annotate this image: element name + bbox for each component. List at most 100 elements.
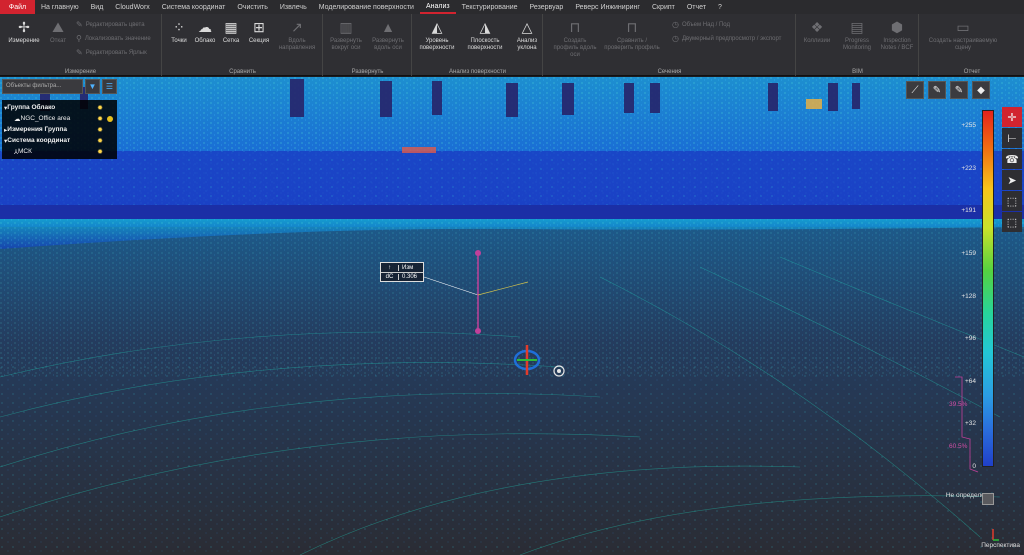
menu-item[interactable]: Скрипт (646, 0, 681, 14)
menu-item[interactable]: Текстурирование (456, 0, 524, 14)
surface-plane-icon: ◮ (479, 18, 491, 35)
volume-icon: ◷ (672, 20, 679, 29)
collisions-button[interactable]: ❖ Коллизии (797, 18, 837, 45)
create-profile-button[interactable]: ⊓ Создать профиль вдоль оси (552, 18, 598, 59)
along-direction-button[interactable]: ↗ Вдоль направления (277, 18, 317, 52)
fly-icon[interactable]: ➤ (1002, 170, 1022, 190)
3d-viewport[interactable]: Объекты фильтра... ▼ ☰ ▾ Группа Облако ✹… (0, 77, 1024, 555)
menu-items: На главную Вид CloudWorx Система координат О… (35, 0, 728, 14)
inspection-notes-button[interactable]: ⬢ Inspection Notes / BCF (877, 18, 917, 52)
scale-tick-label: +159 (961, 249, 976, 257)
edit-label-button[interactable]: ✎ Редактировать Ярлык (76, 48, 147, 57)
compare-profile-button[interactable]: ⊓ Сравнить / проверить профиль (604, 18, 660, 52)
menu-item[interactable]: На главную (35, 0, 85, 14)
surface-plane-button[interactable]: ◮ Плоскость поверхности (465, 18, 505, 52)
visibility-bulb-icon[interactable]: ✹ (97, 148, 103, 156)
scale-tick-label: +96 (964, 335, 976, 343)
menu-item[interactable]: Реверс Инжиниринг (569, 0, 646, 14)
axis-triad-icon (992, 529, 999, 541)
compare-section-button[interactable]: ⊞ Секция (239, 18, 279, 45)
ruler-tool-icon[interactable]: ⟋ (906, 81, 924, 99)
unroll-axis-icon: ▥ (339, 18, 353, 35)
unroll-along-icon: ▲ (381, 19, 395, 35)
menu-item[interactable]: ? (712, 0, 728, 14)
undefined-color-swatch[interactable] (982, 493, 994, 505)
tree-item-msk[interactable]: ⅄ МСК ✹ (2, 146, 117, 157)
orbit-icon[interactable]: ✛ (1002, 107, 1022, 127)
menu-item[interactable]: Резервуар (524, 0, 570, 14)
tree-panel: ▾ Группа Облако ✹ ☁ NGC_Office area ✹ ▸ … (2, 100, 117, 159)
pin-icon: ⚲ (76, 34, 82, 43)
visibility-bulb-icon[interactable]: ✹ (97, 137, 103, 145)
tree-item-measurements[interactable]: ▸ Измерения Группа ✹ (2, 124, 117, 135)
tree-item-cloud-group[interactable]: ▾ Группа Облако ✹ (2, 102, 117, 113)
projection-label: Перспектива (981, 542, 1020, 549)
tree-filter-bar: Объекты фильтра... ▼ ☰ (2, 79, 117, 94)
menu-item[interactable]: Вид (85, 0, 110, 14)
menu-item[interactable]: Моделирование поверхности (313, 0, 420, 14)
palette-icon: ✎ (76, 20, 83, 29)
inspection-icon: ⬢ (890, 18, 904, 35)
volume-button[interactable]: ◷ Объем Над / Под (672, 20, 730, 29)
menu-bar: Файл На главную Вид CloudWorx Система коорд… (0, 0, 1024, 14)
rollback-icon: ⛰ (52, 18, 64, 35)
pan-icon[interactable]: ⊢ (1002, 128, 1022, 148)
slope-icon: △ (521, 18, 533, 35)
view-cube-icon[interactable]: ⬚ (1002, 191, 1022, 211)
tag-tool-icon[interactable]: ◆ (972, 81, 990, 99)
scale-tick-label: 0 (972, 463, 976, 470)
object-tree: Объекты фильтра... ▼ ☰ ▾ Группа Облако ✹… (2, 79, 117, 159)
percent-label: 39.5% (949, 401, 968, 408)
group-report: ▭ Создать настраиваемую сцену Отчет (928, 18, 998, 76)
color-dot-icon[interactable] (107, 115, 113, 122)
list-menu-icon[interactable]: ☰ (102, 79, 117, 94)
filter-input[interactable]: Объекты фильтра... (2, 79, 83, 94)
point-cloud-scene[interactable] (0, 77, 1024, 555)
rollback-button[interactable]: ⛰ Откат (38, 18, 78, 45)
percent-label: 60.5% (949, 443, 968, 450)
unroll-around-axis-button[interactable]: ▥ Развернуть вокруг оси (326, 18, 366, 52)
unroll-along-axis-button[interactable]: ▲ Развернуть вдоль оси (368, 18, 408, 52)
edit-tool-icon[interactable]: ✎ (928, 81, 946, 99)
tag-icon: ✎ (76, 48, 83, 57)
create-scene-button[interactable]: ▭ Создать настраиваемую сцену (928, 18, 998, 52)
menu-item[interactable]: Извлечь (274, 0, 313, 14)
scale-tick-label: +223 (961, 164, 976, 172)
measurement-label: ↑ Изм dC 0.306 (380, 262, 424, 282)
report-icon: ▭ (956, 18, 970, 35)
tree-item-ngc-office[interactable]: ☁ NGC_Office area ✹ (2, 113, 117, 124)
color-scale-bar (982, 110, 994, 467)
profile-axis-icon: ⊓ (569, 18, 581, 35)
group-bim: ❖ Коллизии ▤ Progress Monitoring ⬢ Inspecti… (797, 14, 919, 76)
visibility-bulb-icon[interactable]: ✹ (97, 126, 103, 134)
menu-item[interactable]: Система координат (156, 0, 232, 14)
progress-icon: ▤ (850, 18, 864, 35)
scale-tick-label: +255 (961, 122, 976, 129)
preview-export-button[interactable]: ◷ Двумерный предпросмотр / экспорт (672, 34, 781, 43)
box-icon[interactable]: ⬚ (1002, 212, 1022, 232)
progress-monitoring-button[interactable]: ▤ Progress Monitoring (837, 18, 877, 52)
view-toolbar: ⟋ ✎ ✎ ◆ (906, 81, 990, 99)
menu-file[interactable]: Файл (0, 0, 35, 14)
localize-value-button[interactable]: ⚲ Локализовать значение (76, 34, 151, 43)
tree-item-coord-system[interactable]: ▾ Система координат ✹ (2, 135, 117, 146)
surface-level-button[interactable]: ◭ Уровень поверхности (417, 18, 457, 52)
menu-item[interactable]: Очистить (231, 0, 273, 14)
surface-level-icon: ◭ (431, 18, 443, 35)
slope-analysis-button[interactable]: △ Анализ уклона (507, 18, 547, 52)
visibility-bulb-icon[interactable]: ✹ (97, 115, 103, 123)
menu-item[interactable]: Отчет (681, 0, 712, 14)
scale-tick-label: +32 (964, 420, 976, 428)
group-sections: ⊓ Создать профиль вдоль оси ⊓ Сравнить / п… (544, 14, 796, 76)
collision-icon: ❖ (810, 18, 824, 35)
group-unroll: ▥ Развернуть вокруг оси ▲ Развернуть вдоль… (324, 14, 412, 76)
filter-icon[interactable]: ▼ (85, 79, 100, 94)
menu-item[interactable]: Анализ (419, 0, 456, 14)
section-icon: ⊞ (253, 18, 265, 35)
walk-icon[interactable]: ☎ (1002, 149, 1022, 169)
menu-item[interactable]: CloudWorx (109, 0, 156, 14)
edit-colors-button[interactable]: ✎ Редактировать цвета (76, 20, 145, 29)
profile-compare-icon: ⊓ (626, 18, 638, 35)
visibility-bulb-icon[interactable]: ✹ (97, 104, 103, 112)
annotate-tool-icon[interactable]: ✎ (950, 81, 968, 99)
